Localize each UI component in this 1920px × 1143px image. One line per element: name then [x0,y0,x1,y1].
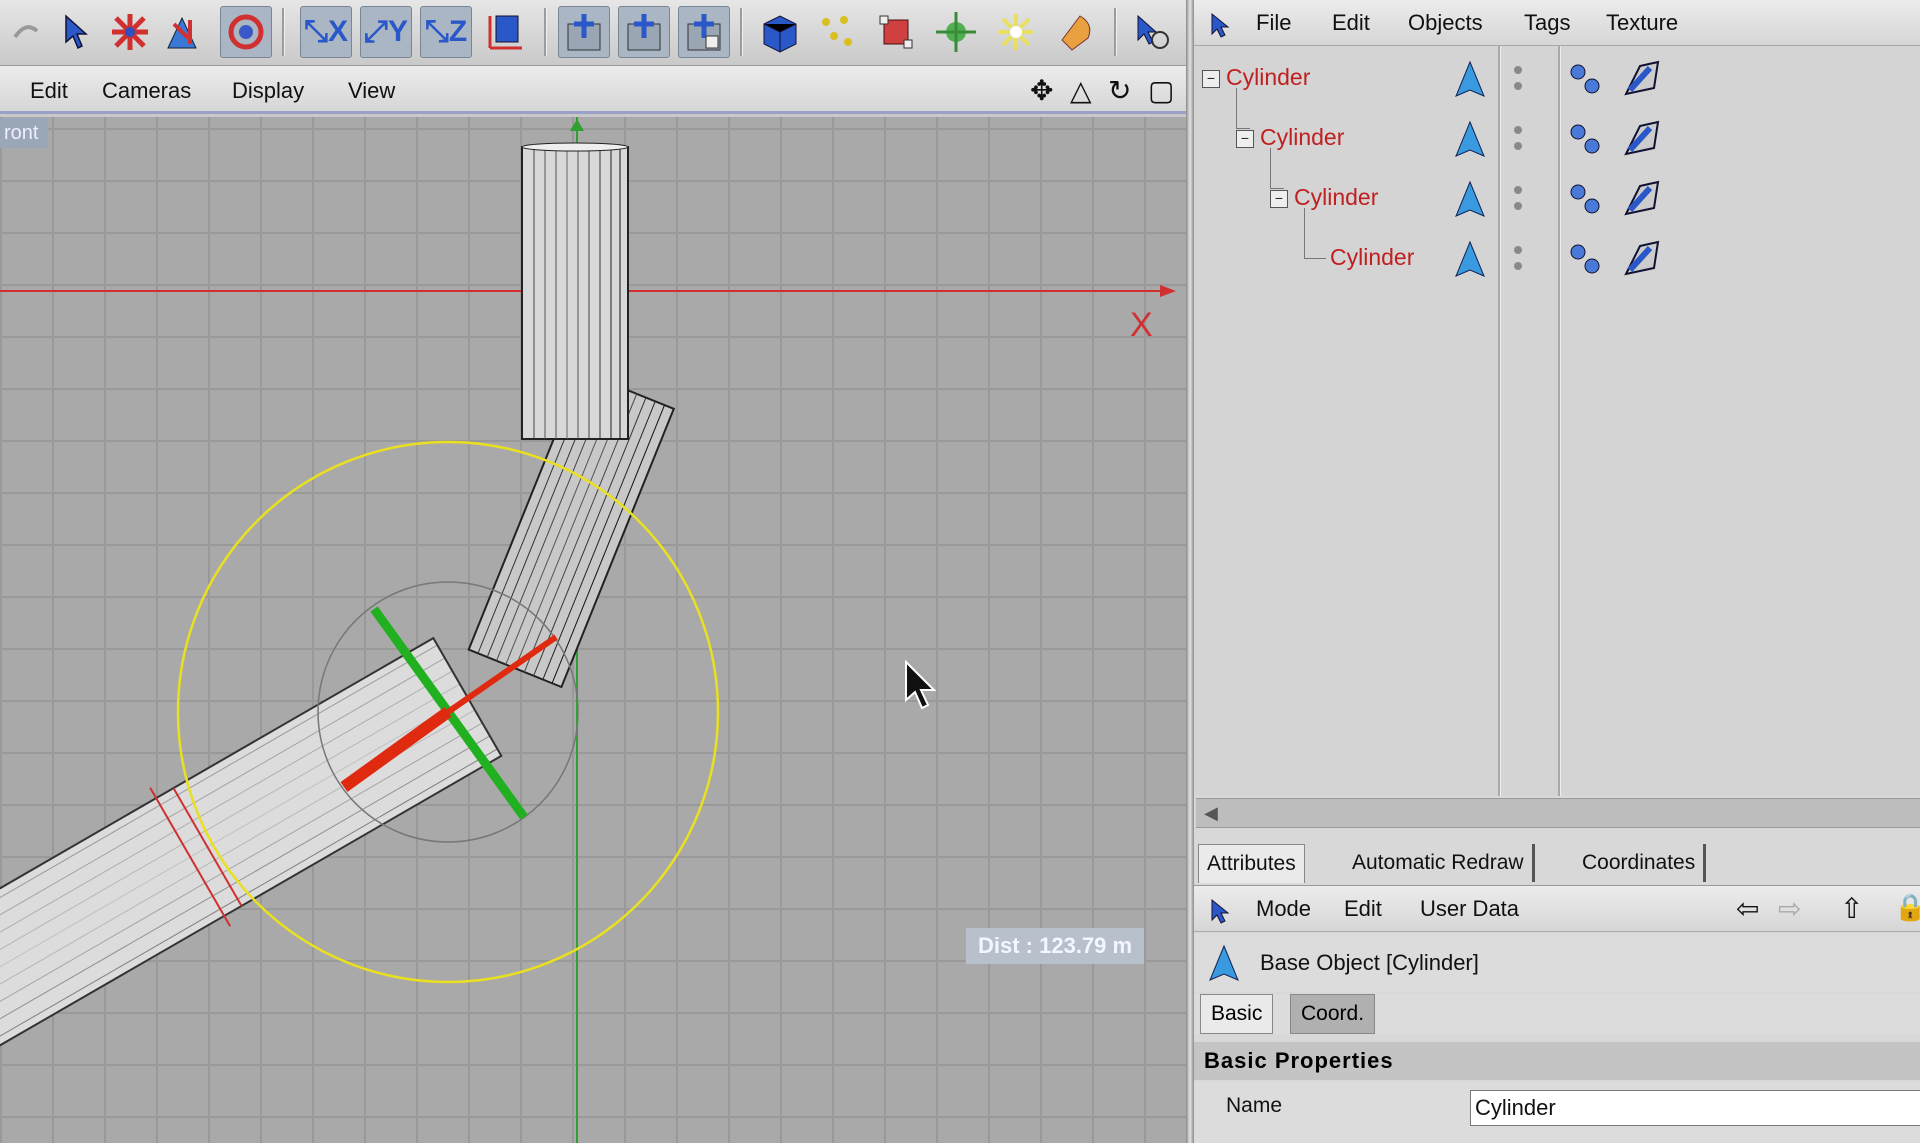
viewport-menu-cameras[interactable]: Cameras [102,78,191,104]
light-icon[interactable] [990,6,1042,58]
attr-menu-user-data[interactable]: User Data [1420,896,1519,922]
render-view-icon[interactable] [558,6,610,58]
viewport-menu-view[interactable]: View [348,78,395,104]
viewport-menu-display[interactable]: Display [232,78,304,104]
lock-icon[interactable]: 🔒 [1894,892,1920,923]
main-toolbar: ⤡X ⤢Y ⤡Z [0,0,1186,66]
rotate-icon[interactable] [220,6,272,58]
phong-tag-icon[interactable] [1620,178,1664,222]
maximize-view-icon[interactable]: ▢ [1148,74,1174,107]
texture-tag-icon[interactable] [1566,238,1610,282]
y-axis-lock-icon[interactable]: ⤢Y [360,6,412,58]
object-row-cylinder-1[interactable]: Cylinder [1226,64,1310,91]
obj-menu-objects[interactable]: Objects [1408,10,1483,36]
x-axis-label: X [1130,306,1153,344]
viewport-menu-edit[interactable]: Edit [30,78,68,104]
object-list: − Cylinder − Cylinder − Cylinder Cylinde… [1194,46,1920,796]
obj-menu-file[interactable]: File [1256,10,1291,36]
move-icon[interactable] [104,6,156,58]
horizontal-scrollbar[interactable]: ◀ [1196,798,1920,828]
visibility-dots[interactable] [1514,186,1524,218]
null-object-icon[interactable] [810,6,862,58]
base-object-header: Base Object [Cylinder] [1194,934,1920,992]
visible-in-editor-row [1194,1132,1920,1143]
render-region-icon[interactable] [618,6,670,58]
subtab-coord[interactable]: Coord. [1290,994,1376,1034]
render-manager-icon[interactable] [678,6,730,58]
visibility-dots[interactable] [1514,246,1524,278]
object-row-cylinder-3[interactable]: Cylinder [1294,184,1378,211]
tab-automatic-redraw[interactable]: Automatic Redraw [1344,844,1535,882]
object-row-cylinder-4[interactable]: Cylinder [1330,244,1414,271]
up-arrow-icon[interactable]: ⇧ [1840,892,1863,925]
expand-toggle[interactable]: − [1202,70,1220,88]
phong-tag-icon[interactable] [1620,58,1664,102]
mouse-cursor-icon [905,660,937,710]
scroll-left-icon[interactable]: ◀ [1204,803,1218,824]
undo-icon[interactable] [0,6,52,58]
tab-coordinates[interactable]: Coordinates [1574,844,1707,882]
back-arrow-icon[interactable]: ⇦ [1736,892,1759,925]
material-icon[interactable] [1050,6,1102,58]
column-divider[interactable] [1558,46,1561,796]
cylinder-type-icon [1455,120,1485,157]
obj-menu-tags[interactable]: Tags [1524,10,1570,36]
tab-attributes[interactable]: Attributes [1198,844,1305,883]
zoom-view-icon[interactable]: △ [1070,74,1092,107]
attr-menu-edit[interactable]: Edit [1344,896,1382,922]
attr-menu-mode[interactable]: Mode [1256,896,1311,922]
section-header: Basic Properties [1194,1042,1920,1080]
spline-icon[interactable] [870,6,922,58]
visibility-dots[interactable] [1514,66,1524,98]
cylinder-type-icon [1455,180,1485,217]
texture-tag-icon[interactable] [1566,118,1610,162]
3d-viewport[interactable] [0,117,1186,1143]
rotate-view-icon[interactable]: ↻ [1108,74,1131,107]
texture-tag-icon[interactable] [1566,178,1610,222]
z-axis-lock-icon[interactable]: ⤡Z [420,6,472,58]
attribute-tabs: Attributes Automatic Redraw Coordinates [1194,840,1920,886]
object-manager-icon[interactable] [1206,10,1236,44]
phong-tag-icon[interactable] [1620,118,1664,162]
column-divider[interactable] [1498,46,1501,796]
cylinder-type-icon [1455,240,1485,277]
distance-readout: Dist : 123.79 m [966,928,1145,964]
world-coords-icon[interactable] [480,6,532,58]
attribute-subtabs: Basic Coord. [1194,994,1920,1034]
panel-divider[interactable] [1186,0,1194,1143]
cylinder-lower [0,636,503,1128]
select-arrow-icon[interactable] [52,6,104,58]
viewport-menu-bar: Edit Cameras Display View ✥ △ ↻ ▢ [0,66,1186,114]
subtab-basic[interactable]: Basic [1200,994,1274,1034]
cube-primitive-icon[interactable] [754,6,806,58]
attribute-menu: Mode Edit User Data ⇦ ⇨ ⇧ 🔒 [1194,886,1920,932]
object-row-cylinder-2[interactable]: Cylinder [1260,124,1344,151]
expand-toggle[interactable]: − [1236,130,1254,148]
cylinder-type-icon [1455,60,1485,97]
object-manager-menu: File Edit Objects Tags Texture [1194,0,1920,46]
obj-menu-edit[interactable]: Edit [1332,10,1370,36]
obj-menu-texture[interactable]: Texture [1606,10,1678,36]
deformer-icon[interactable] [930,6,982,58]
live-select-icon[interactable] [1124,6,1176,58]
viewport-scene [0,117,1176,1143]
cylinder-top [521,142,629,440]
forward-arrow-icon[interactable]: ⇨ [1778,892,1801,925]
attribute-manager-icon[interactable] [1206,896,1236,930]
x-axis-lock-icon[interactable]: ⤡X [300,6,352,58]
scale-icon[interactable] [156,6,208,58]
pan-view-icon[interactable]: ✥ [1030,74,1053,107]
name-label: Name [1226,1094,1283,1117]
phong-tag-icon[interactable] [1620,238,1664,282]
expand-toggle[interactable]: − [1270,190,1288,208]
texture-tag-icon[interactable] [1566,58,1610,102]
name-input[interactable]: Cylinder [1470,1090,1920,1126]
object-title: Base Object [Cylinder] [1260,950,1479,975]
name-row: Name Cylinder [1194,1082,1920,1132]
cylinder-type-icon [1209,944,1239,981]
view-label: ront [0,118,49,148]
visibility-dots[interactable] [1514,126,1524,158]
